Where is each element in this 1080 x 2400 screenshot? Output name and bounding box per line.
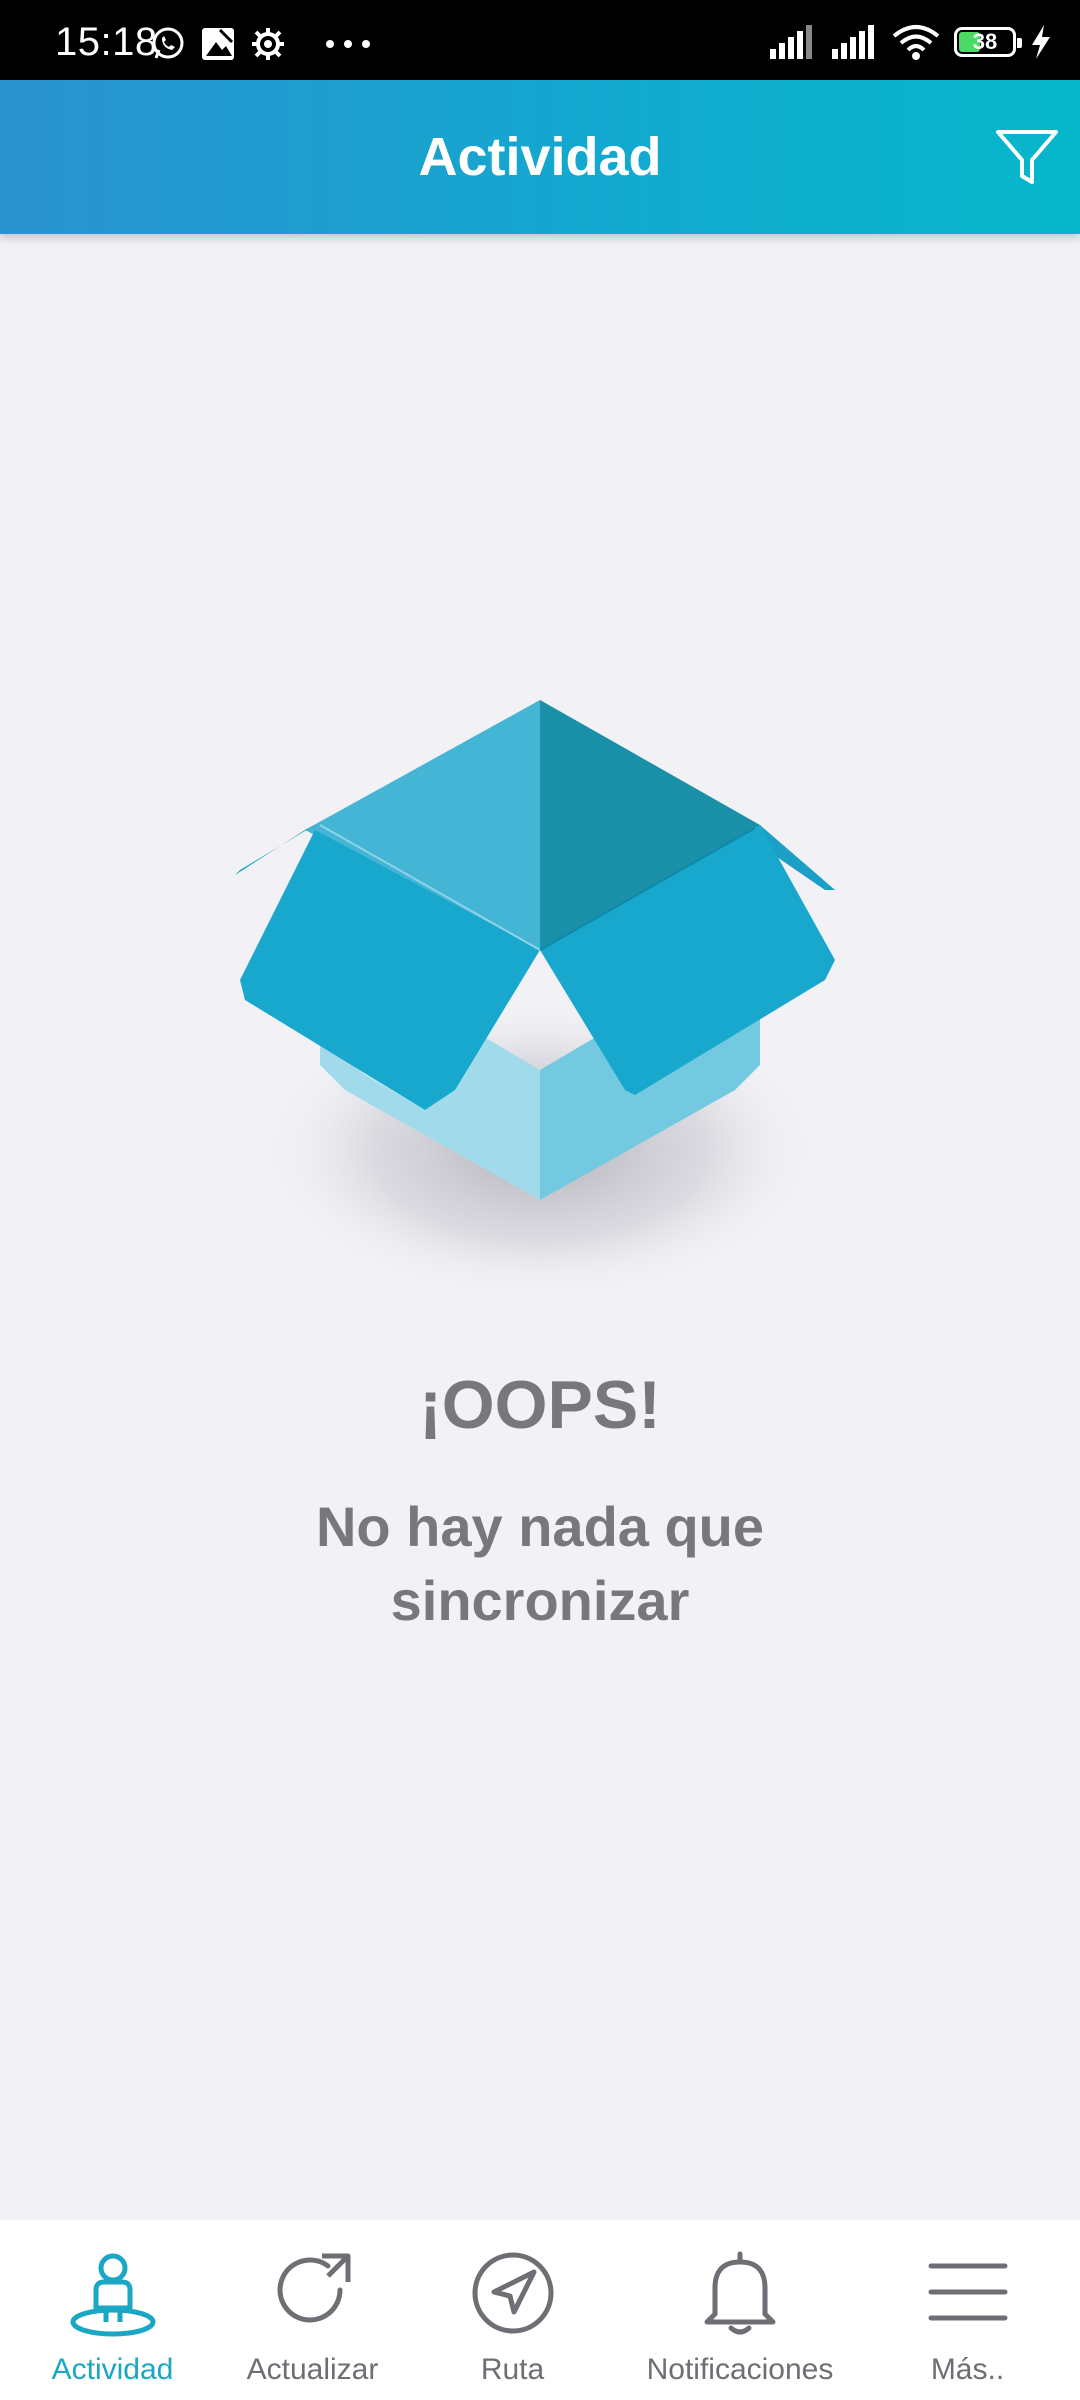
person-pin-icon bbox=[70, 2253, 155, 2337]
nav-label: Notificaciones bbox=[646, 2353, 834, 2386]
empty-state-title: ¡OOPS! bbox=[419, 1367, 661, 1443]
menu-hamburger-icon bbox=[928, 2263, 1007, 2321]
page-title: Actividad bbox=[418, 127, 662, 187]
nav-item-ruta[interactable]: Ruta bbox=[420, 2220, 605, 2400]
nav-item-actualizar[interactable]: Actualizar bbox=[220, 2220, 405, 2400]
navigation-arrow-icon bbox=[472, 2252, 553, 2334]
app-header: Actividad bbox=[0, 80, 1080, 234]
status-right-icons: 38 bbox=[768, 22, 1052, 62]
nav-label: Actualizar bbox=[246, 2353, 379, 2386]
status-left-icons bbox=[150, 24, 374, 64]
nav-item-notificaciones[interactable]: Notificaciones bbox=[630, 2220, 850, 2400]
bell-icon bbox=[704, 2251, 776, 2335]
image-icon bbox=[202, 28, 234, 60]
signal-icon bbox=[770, 25, 812, 59]
nav-label: Actividad bbox=[51, 2353, 174, 2386]
nav-label: Ruta bbox=[480, 2353, 545, 2386]
status-bar: 15:18 38 bbox=[0, 0, 1080, 80]
filter-funnel-icon bbox=[996, 130, 1058, 184]
battery-tip bbox=[1017, 38, 1022, 48]
signal-icon bbox=[832, 25, 874, 59]
wifi-icon bbox=[892, 25, 940, 60]
battery-icon: 38 bbox=[954, 27, 1022, 57]
whatsapp-icon bbox=[152, 27, 184, 59]
filter-button[interactable] bbox=[992, 122, 1062, 192]
open-box-illustration bbox=[235, 700, 835, 1300]
battery-level: 38 bbox=[972, 29, 998, 54]
nav-label: Más.. bbox=[930, 2353, 1005, 2386]
refresh-icon bbox=[277, 2253, 350, 2323]
nav-item-mas[interactable]: Más.. bbox=[875, 2220, 1060, 2400]
settings-gear-icon bbox=[252, 28, 284, 60]
charging-icon bbox=[1032, 25, 1050, 59]
status-time: 15:18 bbox=[55, 20, 158, 64]
nav-item-actividad[interactable]: Actividad bbox=[20, 2220, 205, 2400]
bottom-nav: Actividad Actualizar Ruta Notificaciones bbox=[0, 2220, 1080, 2400]
empty-state-message: No hay nada que sincronizar bbox=[315, 1495, 765, 1632]
more-dots-icon bbox=[326, 40, 370, 48]
